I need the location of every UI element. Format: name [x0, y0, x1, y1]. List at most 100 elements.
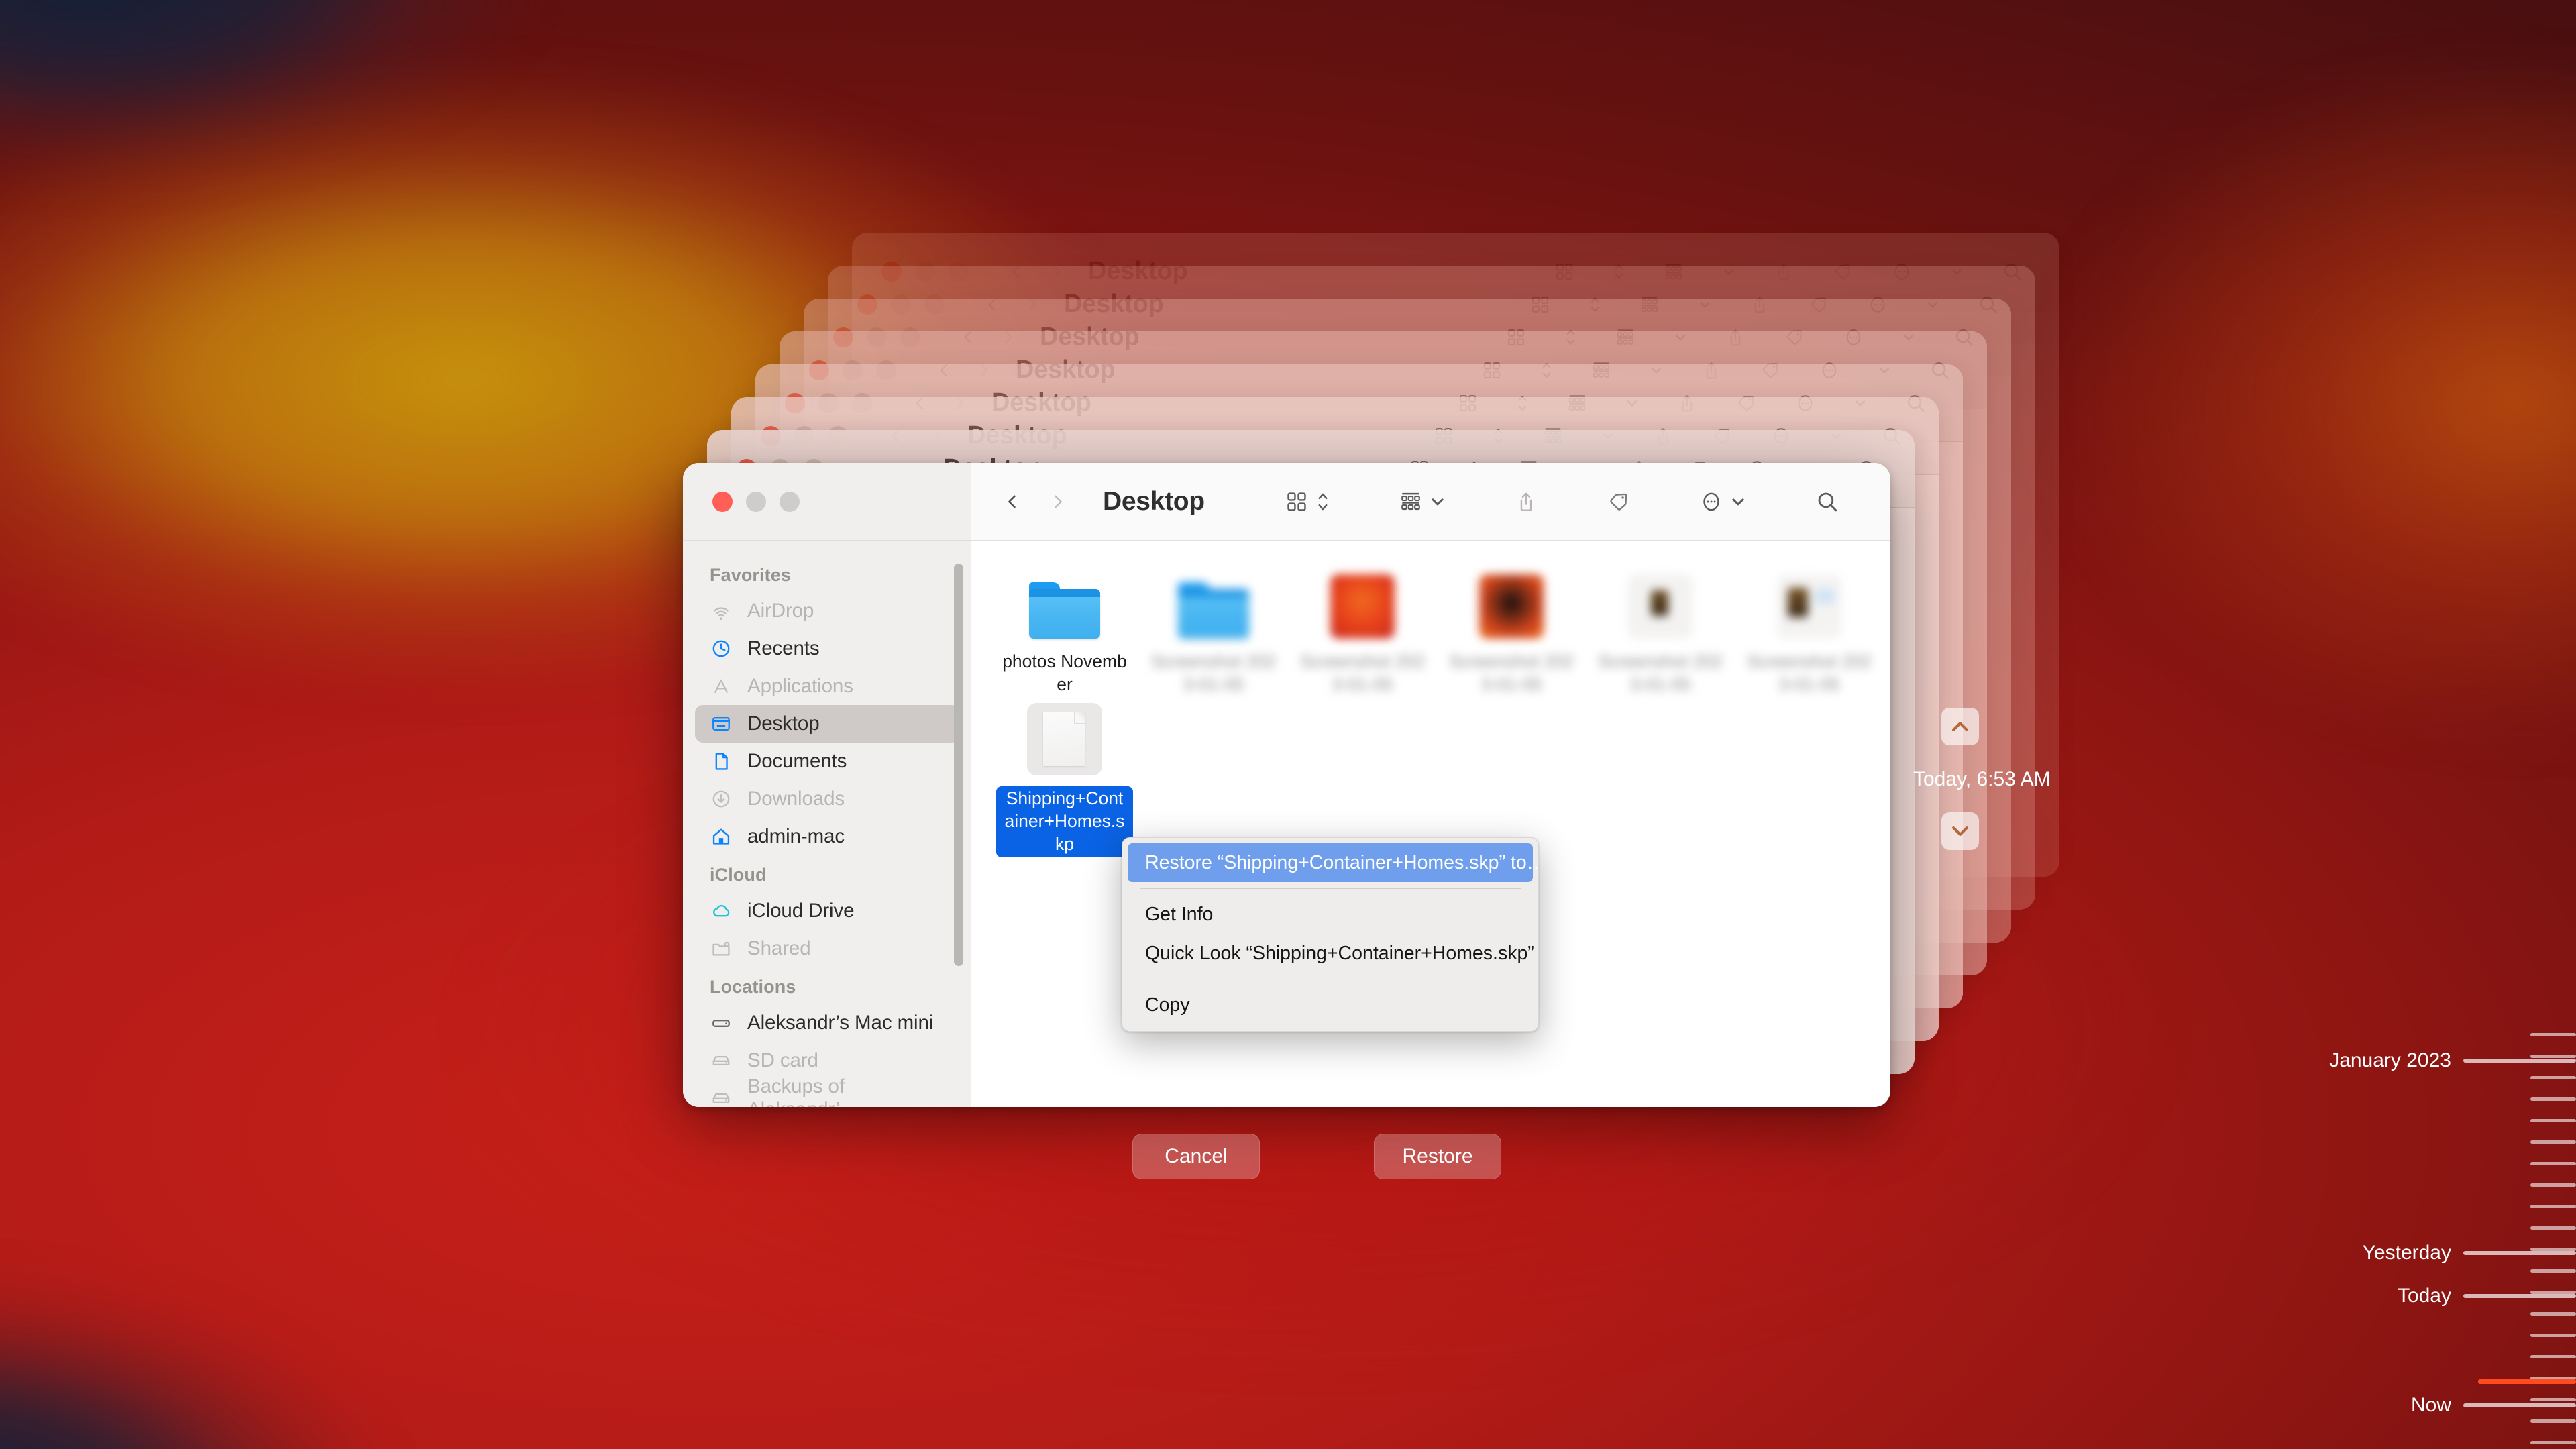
sidebar-item-sd-card[interactable]: SD card — [695, 1042, 959, 1079]
sidebar-item-aleksandr-s-mac-mini[interactable]: Aleksandr’s Mac mini — [695, 1004, 959, 1042]
context-menu-item[interactable]: Quick Look “Shipping+Container+Homes.skp… — [1128, 934, 1534, 973]
tag-button[interactable] — [1593, 477, 1645, 527]
sidebar-item-shared[interactable]: Shared — [695, 930, 959, 967]
sidebar-item-icloud-drive[interactable]: iCloud Drive — [695, 892, 959, 930]
timeline-current-tick[interactable] — [2478, 1379, 2576, 1384]
download-icon — [710, 788, 733, 810]
sidebar-item-documents[interactable]: Documents — [695, 743, 959, 780]
timeline-tick[interactable] — [2530, 1162, 2576, 1165]
more-ellipsis-icon — [1703, 492, 1719, 511]
timeline-tick[interactable] — [2530, 1183, 2576, 1187]
screenshot-thumbnail-icon — [1621, 569, 1700, 639]
timeline-label[interactable]: January 2023 — [2329, 1049, 2451, 1072]
sidebar-group-label: Locations — [710, 977, 796, 997]
timeline-tick[interactable] — [2530, 1269, 2576, 1273]
screenshot-thumbnail-icon — [1323, 569, 1402, 639]
file-item[interactable]: Screenshot 2023-01-05 — [1288, 564, 1437, 698]
chevron-down-icon — [1952, 826, 1968, 836]
sidebar-item-backups-of-aleksandr[interactable]: Backups of Aleksandr’... — [695, 1075, 959, 1107]
file-item[interactable]: photos November — [990, 564, 1139, 698]
timeline-tick[interactable] — [2530, 1205, 2576, 1208]
cloud-icon — [710, 900, 733, 922]
timeline-tick[interactable] — [2463, 1251, 2576, 1255]
tag-icon — [1610, 493, 1627, 511]
sidebar-group-label: Favorites — [710, 565, 791, 585]
traffic-lights — [712, 491, 800, 512]
timeline-tick[interactable] — [2530, 1355, 2576, 1358]
file-item[interactable]: Screenshot 2023-01-05 — [1139, 564, 1288, 698]
timeline-tick[interactable] — [2530, 1033, 2576, 1036]
file-name-label[interactable]: Shipping+Container+Homes.skp — [996, 786, 1133, 857]
timeline-tick[interactable] — [2530, 1312, 2576, 1316]
context-menu-item[interactable]: Restore “Shipping+Container+Homes.skp” t… — [1128, 843, 1538, 882]
sidebar-item-downloads[interactable]: Downloads — [695, 780, 959, 818]
cancel-button[interactable]: Cancel — [1132, 1134, 1260, 1179]
snapshot-next-button[interactable] — [1941, 812, 1979, 850]
timeline-tick[interactable] — [2530, 1441, 2576, 1444]
titlebar-right: Desktop — [971, 463, 1890, 541]
timeline-label[interactable]: Yesterday — [2363, 1242, 2451, 1265]
timeline-tick[interactable] — [2530, 1140, 2576, 1144]
folder-icon — [1025, 569, 1104, 639]
more-actions-button[interactable] — [1685, 477, 1760, 527]
file-item[interactable]: Screenshot 2023-01-05 — [1735, 564, 1884, 698]
search-button[interactable] — [1801, 477, 1854, 527]
back-chevron-icon[interactable] — [1002, 492, 1022, 512]
maximize-button[interactable] — [780, 491, 800, 512]
menu-separator — [1140, 888, 1521, 889]
context-menu-item[interactable]: Copy — [1128, 985, 1533, 1024]
time-machine-timeline[interactable]: January 2023 Yesterday Today Now — [2093, 0, 2576, 1449]
sidebar-groups: Favorites AirDrop Recents Applications Des… — [683, 555, 971, 1107]
snapshot-previous-button[interactable] — [1941, 708, 1979, 745]
file-name-label[interactable]: Screenshot 2023-01-05 — [1741, 649, 1878, 698]
file-name-label[interactable]: photos November — [996, 649, 1133, 698]
sidebar-item-applications[interactable]: Applications — [695, 667, 959, 705]
restore-button[interactable]: Restore — [1374, 1134, 1501, 1179]
home-icon — [710, 825, 733, 848]
finder-sidebar: Favorites AirDrop Recents Applications Des… — [683, 541, 971, 1107]
shared-folder-icon — [710, 937, 733, 960]
timeline-tick[interactable] — [2530, 1226, 2576, 1230]
current-snapshot-label: Today, 6:53 AM — [1913, 768, 2051, 790]
sidebar-item-desktop[interactable]: Desktop — [695, 705, 959, 743]
file-item[interactable]: Screenshot 2023-01-05 — [1437, 564, 1586, 698]
sidebar-item-recents[interactable]: Recents — [695, 630, 959, 667]
timeline-tick[interactable] — [2530, 1398, 2576, 1401]
sidebar-item-airdrop[interactable]: AirDrop — [695, 592, 959, 630]
file-name-label[interactable]: Screenshot 2023-01-05 — [1443, 649, 1580, 698]
share-button[interactable] — [1500, 477, 1552, 527]
group-by-button[interactable] — [1385, 477, 1460, 527]
window-titlebar: Desktop — [683, 463, 1890, 541]
timeline-tick[interactable] — [2530, 1076, 2576, 1079]
sidebar-item-label: Applications — [747, 675, 853, 697]
minimize-button[interactable] — [746, 491, 766, 512]
sidebar-scrollbar[interactable] — [954, 564, 963, 966]
sidebar-group-label: iCloud — [710, 865, 767, 885]
file-item[interactable]: Shipping+Container+Homes.skp — [990, 698, 1139, 857]
file-name-label[interactable]: Screenshot 2023-01-05 — [1294, 649, 1431, 698]
search-icon — [1818, 492, 1837, 511]
timeline-tick[interactable] — [2530, 1419, 2576, 1423]
restore-actions: Cancel Restore — [1132, 1134, 1501, 1179]
sidebar-item-label: Backups of Aleksandr’... — [747, 1075, 856, 1107]
file-name-label[interactable]: Screenshot 2023-01-05 — [1592, 649, 1729, 698]
timeline-tick[interactable] — [2463, 1294, 2576, 1298]
forward-chevron-icon[interactable] — [1048, 492, 1068, 512]
timeline-label[interactable]: Now — [2411, 1394, 2451, 1417]
chevron-down-icon — [1732, 498, 1744, 505]
mac-mini-icon — [710, 1012, 733, 1034]
file-name-label[interactable]: Screenshot 2023-01-05 — [1145, 649, 1282, 698]
timeline-tick[interactable] — [2530, 1334, 2576, 1337]
timeline-tick[interactable] — [2530, 1119, 2576, 1122]
sort-stepper-icon — [1318, 493, 1328, 510]
timeline-tick[interactable] — [2530, 1097, 2576, 1101]
file-item[interactable]: Screenshot 2023-01-05 — [1586, 564, 1735, 698]
timeline-label[interactable]: Today — [2398, 1285, 2451, 1307]
timeline-tick[interactable] — [2530, 1055, 2576, 1058]
close-button[interactable] — [712, 491, 733, 512]
sidebar-item-admin-mac[interactable]: admin-mac — [695, 818, 959, 855]
timeline-tick[interactable] — [2463, 1059, 2576, 1063]
context-menu-item[interactable]: Get Info — [1128, 895, 1533, 934]
timeline-tick[interactable] — [2463, 1403, 2576, 1407]
icon-view-grid-button[interactable] — [1271, 477, 1344, 527]
